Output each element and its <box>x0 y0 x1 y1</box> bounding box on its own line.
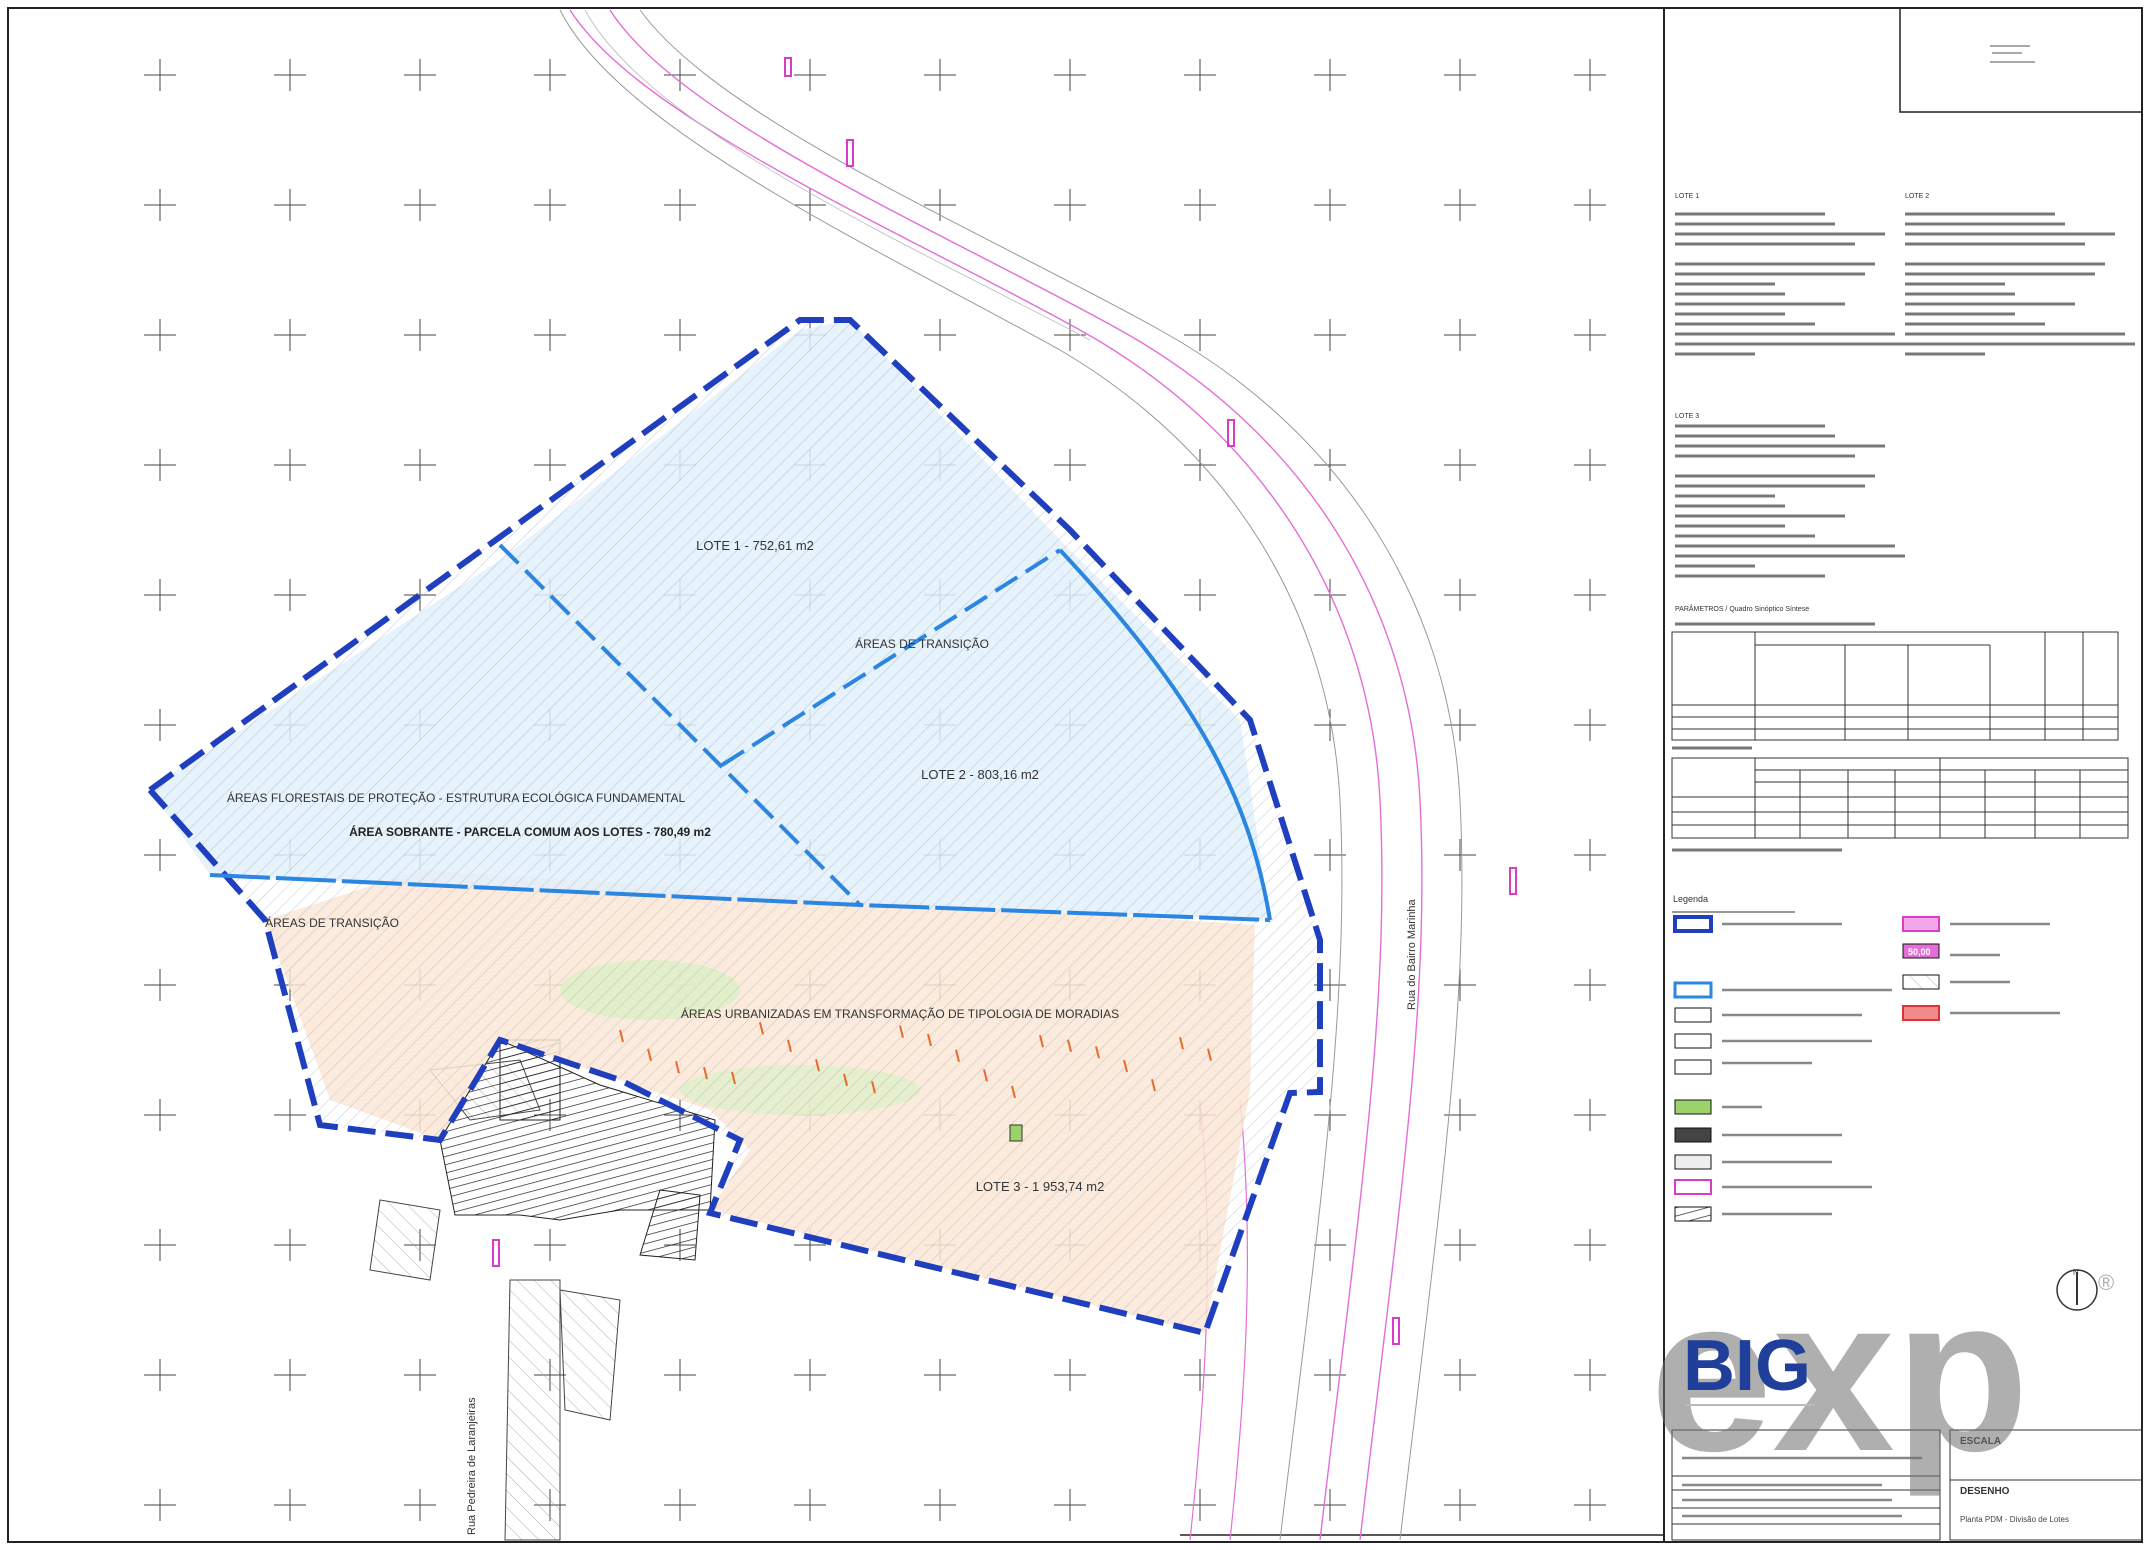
lot-1-label: LOTE 1 - 752,61 m2 <box>696 538 814 553</box>
svg-text:05: 05 <box>2040 1337 2111 1409</box>
legend-highlight-value: 50,00 <box>1908 947 1931 957</box>
svg-text:BIG: BIG <box>1683 1326 1811 1406</box>
lot-2-label: LOTE 2 - 803,16 m2 <box>921 767 1039 782</box>
north-label: N <box>2073 1268 2079 1277</box>
lot-3-label: LOTE 3 - 1 953,74 m2 <box>976 1179 1105 1194</box>
urban-zone-label: ÁREAS URBANIZADAS EM TRANSFORMAÇÃO DE TI… <box>681 1006 1119 1021</box>
stamp-box <box>1899 7 2143 113</box>
forest-zone-label: ÁREAS FLORESTAIS DE PROTEÇÃO - ESTRUTURA… <box>227 790 686 805</box>
svg-text:®: ® <box>2098 1270 2114 1295</box>
transition-label-2: ÁREAS DE TRANSIÇÃO <box>265 915 399 930</box>
site-hatch <box>150 320 1320 1333</box>
legend-title: Legenda <box>1673 894 1708 904</box>
parking-table <box>1671 757 2129 839</box>
drawing-value: Planta PDM - Divisão de Lotes <box>1960 1515 2069 1524</box>
legend-swatches <box>1673 915 1940 1222</box>
lote-2-header: LOTE 2 <box>1905 193 1929 200</box>
east-street-label: Rua do Bairro Marinha <box>1406 898 1418 1010</box>
lote-parameter-lines <box>1672 212 2135 852</box>
legend-text-lines <box>1722 922 2060 1216</box>
lote-1-header: LOTE 1 <box>1675 193 1699 200</box>
transition-label-1: ÁREAS DE TRANSIÇÃO <box>855 636 989 651</box>
lote-3-header: LOTE 3 <box>1675 413 1699 420</box>
parameters-table <box>1671 631 2119 741</box>
south-street-label: Rua Pedreira de Laranjeiras <box>466 1397 478 1535</box>
stamp-lines <box>1990 45 2035 63</box>
site-plan-drawing: LOTE 1 - 752,61 m2 LOTE 2 - 803,16 m2 LO… <box>7 7 2143 1543</box>
summary-title: PARÂMETROS / Quadro Sinóptico Síntese <box>1675 604 1809 613</box>
big-logo: BIG <box>1683 1326 1815 1406</box>
common-parcel-label: ÁREA SOBRANTE - PARCELA COMUM AOS LOTES … <box>349 824 711 839</box>
